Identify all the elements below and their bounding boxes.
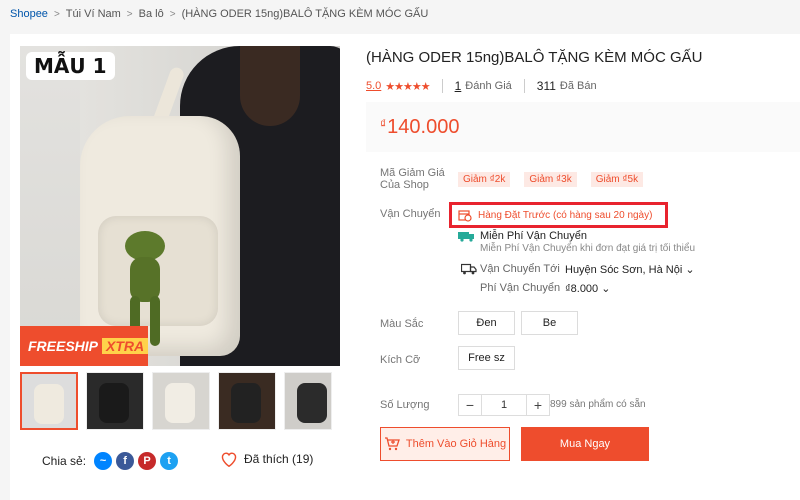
breadcrumb-tui-vi-nam[interactable]: Túi Ví Nam [66,8,121,20]
free-shipping-row: Miễn Phí Vận Chuyển [458,230,587,242]
thumbnail-2[interactable] [86,372,144,430]
chevron-right-icon: > [53,8,60,20]
divider [523,79,525,93]
divider [441,79,443,93]
rating-score[interactable]: 5.0 [366,80,381,92]
free-shipping-title: Miễn Phí Vận Chuyển [480,230,588,242]
minus-icon[interactable]: − [458,394,482,416]
price-amount: 140.000 [387,115,460,138]
location-value: Huyện Sóc Sơn, Hà Nội [565,264,683,276]
pinterest-icon[interactable]: P [138,452,157,470]
voucher-label: Mã Giảm Giá Của Shop [380,167,445,191]
twitter-icon[interactable]: t [160,452,179,470]
chevron-right-icon: > [169,8,176,20]
like-count: Đã thích (19) [244,452,314,466]
stock-available: 899 sản phẩm có sẵn [550,399,646,410]
freeship-xtra-banner: FREESHIP XTRA [20,326,149,366]
thumbnail-4[interactable] [218,372,276,430]
shipping-label: Vận Chuyển [380,208,441,220]
star-rating-icon: ★★★★★ [385,80,430,93]
variant-badge: MẪU 1 [26,52,115,80]
shipping-fee-label: Phí Vận Chuyển [480,282,561,294]
breadcrumb-shopee[interactable]: Shopee [10,8,48,20]
preorder-text: Hàng Đặt Trước (có hàng sau 20 ngày) [478,210,653,221]
color-option-beige[interactable]: Be [521,311,578,335]
buy-now-button[interactable]: Mua Ngay [521,427,649,461]
share-label: Chia sẻ: [42,454,87,468]
breadcrumb-current: (HÀNG ODER 15ng)BALÔ TẶNG KÈM MÓC GẤU [181,8,429,20]
thumbnail-strip [20,372,332,430]
freeship-label: FREESHIP [28,338,99,354]
thumbnail-3[interactable] [152,372,210,430]
xtra-label: XTRA [102,338,149,354]
rating-row: 5.0 ★★★★★ 1 Đánh Giá 311 Đã Bán [366,79,597,93]
size-option-free[interactable]: Free sz [458,346,515,370]
quantity-stepper: − 1 + [458,394,550,416]
color-label: Màu Sắc [380,318,424,330]
size-label: Kích Cỡ [380,354,421,366]
main-product-image[interactable]: MẪU 1 FREESHIP XTRA [20,46,340,366]
sold-label: Đã Bán [559,80,597,92]
add-to-cart-label: Thêm Vào Giỏ Hàng [405,438,507,450]
voucher-5k[interactable]: Giảm ₫5k [590,172,644,187]
color-option-black[interactable]: Đen [458,311,515,335]
like-button[interactable]: Đã thích (19) [220,451,313,467]
chevron-down-icon: ⌄ [601,283,611,295]
location-select[interactable]: Huyện Sóc Sơn, Hà Nội ⌄ [565,263,695,276]
free-shipping-truck-icon [458,231,474,242]
plus-icon[interactable]: + [526,394,550,416]
voucher-2k[interactable]: Giảm ₫2k [458,172,511,187]
product-title: (HÀNG ODER 15ng)BALÔ TẶNG KÈM MÓC GẤU [366,49,703,66]
quantity-input[interactable]: 1 [482,394,526,416]
price-currency: ₫ [380,117,387,131]
price-box: ₫ 140.000 [366,102,800,152]
shipping-fee-value: ₫8.000 [565,283,599,295]
add-to-cart-button[interactable]: Thêm Vào Giỏ Hàng [380,427,510,461]
facebook-icon[interactable]: f [116,452,135,470]
quantity-label: Số Lượng [380,399,430,411]
voucher-list: Giảm ₫2k Giảm ₫3k Giảm ₫5k [458,172,644,187]
voucher-3k[interactable]: Giảm ₫3k [524,172,577,187]
breadcrumb: Shopee > Túi Ví Nam > Ba lô > (HÀNG ODER… [10,8,428,20]
reviews-label: Đánh Giá [465,80,512,92]
heart-icon [221,452,237,467]
background-wall [20,46,80,366]
reviews-count[interactable]: 1 [455,79,462,93]
free-shipping-desc: Miễn Phí Vận Chuyển khi đơn đạt giá trị … [480,243,696,254]
chevron-right-icon: > [126,8,133,20]
share-row: Chia sẻ: ~ f P t [42,452,179,470]
ship-to-label: Vận Chuyển Tới [480,263,560,275]
shipping-fee-select[interactable]: ₫8.000 ⌄ [565,282,610,295]
cart-plus-icon [384,437,400,451]
messenger-icon[interactable]: ~ [94,452,113,470]
model-hair [240,46,300,126]
truck-icon [460,263,477,278]
calendar-clock-icon [458,210,472,222]
thumbnail-1[interactable] [20,372,78,430]
chevron-down-icon: ⌄ [685,264,695,276]
preorder-row: Hàng Đặt Trước (có hàng sau 20 ngày) [458,209,652,222]
thumbnail-5[interactable] [284,372,332,430]
sold-count: 311 [536,79,556,93]
breadcrumb-ba-lo[interactable]: Ba lô [139,8,164,20]
